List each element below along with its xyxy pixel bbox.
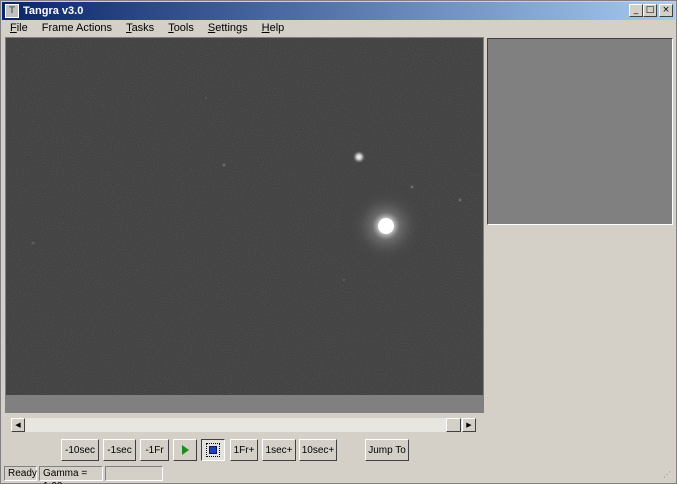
plus-1sec-button[interactable]: 1sec+ xyxy=(262,439,296,461)
resize-grip-icon[interactable]: ⋰ xyxy=(663,470,673,480)
menu-settings[interactable]: Settings xyxy=(200,22,254,34)
menu-tools[interactable]: Tools xyxy=(160,22,200,34)
faint-star xyxy=(31,241,35,245)
menu-frame-actions[interactable]: Frame Actions xyxy=(34,22,118,34)
faint-star xyxy=(204,96,208,100)
faint-star xyxy=(458,198,462,202)
menu-file[interactable]: File xyxy=(2,22,34,34)
scroll-left-button[interactable]: ◀ xyxy=(11,418,25,432)
control-panel xyxy=(487,226,673,460)
faint-star xyxy=(222,163,226,167)
frame-scrollbar[interactable]: ◀ ▶ xyxy=(11,418,476,432)
status-gamma: Gamma = 1.00 xyxy=(39,465,103,484)
secondary-star xyxy=(352,150,366,164)
video-frame-viewport[interactable] xyxy=(5,37,484,396)
scroll-right-button[interactable]: ▶ xyxy=(462,418,476,432)
faint-star xyxy=(342,278,346,282)
menu-bar: File Frame Actions Tasks Tools Settings … xyxy=(2,20,675,36)
status-state: Ready xyxy=(4,465,37,481)
title-bar[interactable]: T Tangra v3.0 _ □ × xyxy=(2,2,675,20)
stop-icon xyxy=(206,443,220,457)
menu-help[interactable]: Help xyxy=(254,22,291,34)
plus-1fr-button[interactable]: 1Fr+ xyxy=(230,439,258,461)
minus-1fr-button[interactable]: -1Fr xyxy=(140,439,169,461)
play-icon xyxy=(181,445,189,455)
zoom-preview-panel xyxy=(487,38,673,225)
minimize-button[interactable]: _ xyxy=(629,4,643,17)
stop-button[interactable] xyxy=(201,439,225,461)
main-window: T Tangra v3.0 _ □ × File Frame Actions T… xyxy=(0,0,677,484)
plus-10sec-button[interactable]: 10sec+ xyxy=(299,439,337,461)
faint-star xyxy=(410,185,414,189)
app-icon[interactable]: T xyxy=(5,4,19,18)
minus-10sec-button[interactable]: -10sec xyxy=(61,439,99,461)
window-title: Tangra v3.0 xyxy=(23,5,84,17)
viewport-footer xyxy=(5,396,484,413)
scroll-thumb[interactable] xyxy=(446,418,461,432)
minus-1sec-button[interactable]: -1sec xyxy=(103,439,136,461)
star-field-image xyxy=(6,38,483,395)
maximize-button[interactable]: □ xyxy=(643,4,657,17)
jump-to-button[interactable]: Jump To xyxy=(365,439,409,461)
close-button[interactable]: × xyxy=(659,4,673,17)
status-bar: Ready Gamma = 1.00 ⋰ xyxy=(2,464,675,484)
status-extra xyxy=(105,465,163,481)
play-button[interactable] xyxy=(173,439,197,461)
bright-star-core xyxy=(378,218,394,234)
window-controls: _ □ × xyxy=(629,4,673,17)
menu-tasks[interactable]: Tasks xyxy=(118,22,160,34)
